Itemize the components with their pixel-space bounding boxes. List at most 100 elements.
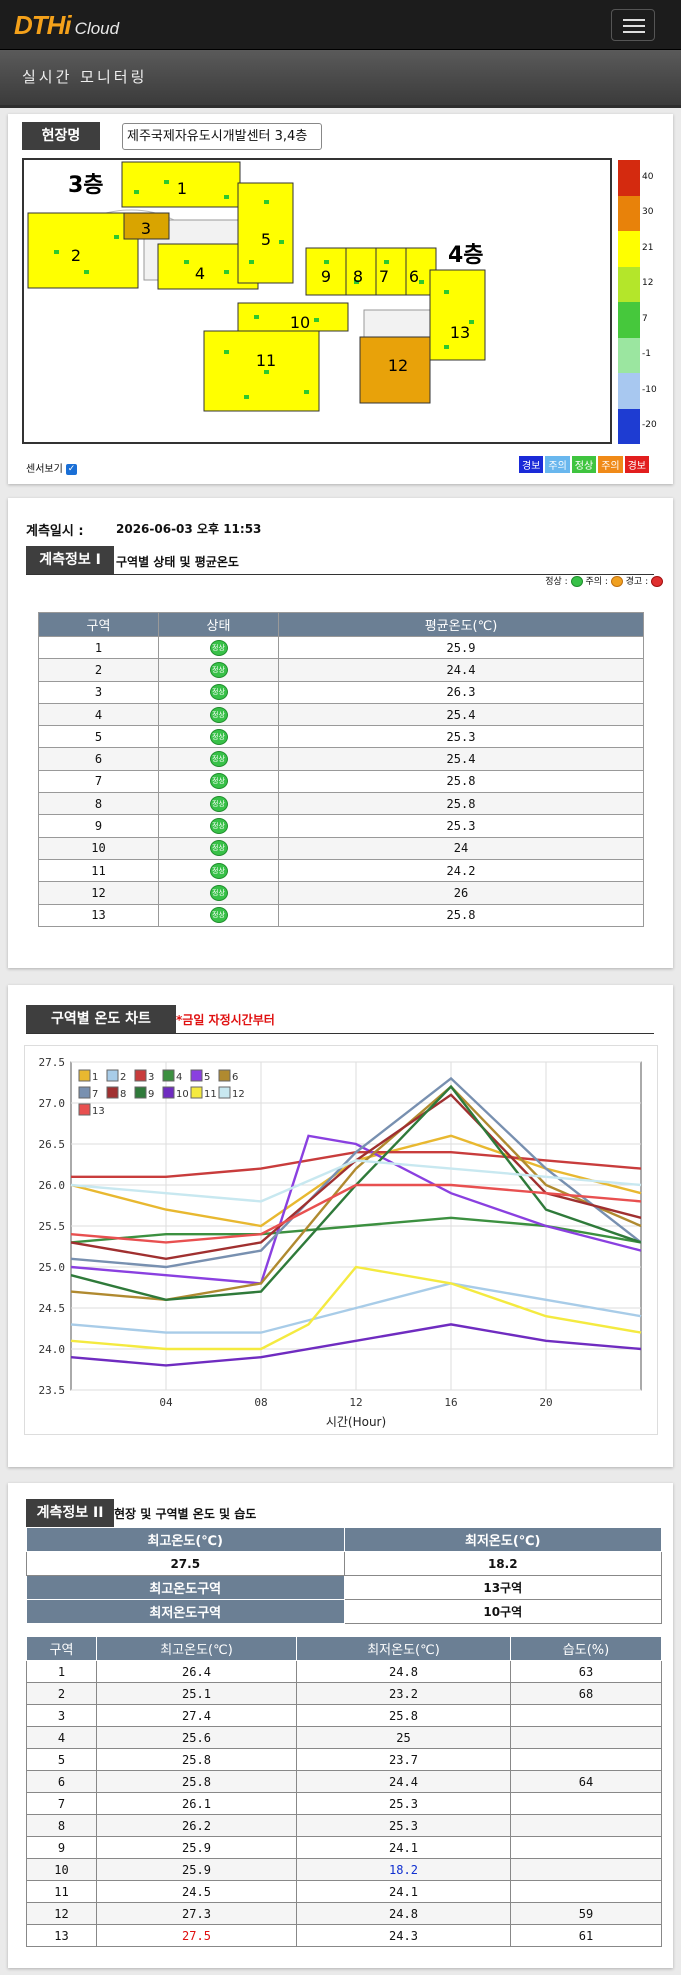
avg-temp-cell: 25.3 xyxy=(278,725,644,749)
legend-label: 11 xyxy=(204,1089,217,1100)
x-tick-label: 04 xyxy=(159,1396,173,1409)
site-label: 현장명 xyxy=(22,122,100,150)
status-cell: 정상 xyxy=(158,658,279,682)
zone-cell: 12 xyxy=(38,881,159,905)
legend-swatch xyxy=(134,1069,147,1082)
min-temp-cell: 23.7 xyxy=(296,1748,511,1771)
avg-temp-cell: 25.8 xyxy=(278,792,644,816)
min-temp-value: 18.2 xyxy=(343,1551,662,1576)
avg-temp-cell: 24.4 xyxy=(278,658,644,682)
status-normal-icon: 정상 xyxy=(209,728,228,745)
status-normal-icon: 정상 xyxy=(209,907,228,924)
zone-status-table: 구역 상태 평균온도(℃) 1 정상 25.9 2 정상 24.4 3 정상 26.3 4 정상 25… xyxy=(38,612,644,927)
zone-cell: 4 xyxy=(26,1726,97,1749)
min-temp-cell: 25.3 xyxy=(296,1792,511,1815)
legend-swatch xyxy=(162,1069,175,1082)
hamburger-menu-button[interactable] xyxy=(611,9,655,41)
legend-swatch xyxy=(190,1069,203,1082)
table-row: 3 정상 26.3 xyxy=(38,680,644,704)
avg-temp-cell: 25.3 xyxy=(278,814,644,838)
zone-cell: 10 xyxy=(26,1858,97,1881)
table-row: 7 정상 25.8 xyxy=(38,769,644,794)
legend-label: 6 xyxy=(232,1072,238,1083)
zone-cell: 1 xyxy=(38,635,159,660)
info2-card: 계측정보 II 현장 및 구역별 온도 및 습도 최고온도(℃) 최저온도(℃) … xyxy=(8,1483,673,1968)
zone-1-label: 1 xyxy=(177,179,187,198)
zone-cell: 9 xyxy=(26,1836,97,1859)
zone-11-label: 11 xyxy=(256,351,276,370)
avg-temp-cell: 25.4 xyxy=(278,702,644,727)
legend-label: 1 xyxy=(92,1072,98,1083)
max-temp-cell: 26.2 xyxy=(96,1814,297,1837)
y-tick-label: 27.5 xyxy=(39,1056,66,1069)
col-zone: 구역 xyxy=(38,612,159,637)
legend-label: 5 xyxy=(204,1072,210,1083)
table-row: 4 정상 25.4 xyxy=(38,702,644,727)
max-temp-cell: 26.4 xyxy=(96,1660,297,1683)
zone-cell: 2 xyxy=(38,658,159,682)
min-temp-cell: 18.2 xyxy=(296,1858,511,1881)
table-row: 2 25.1 23.2 68 xyxy=(26,1682,662,1705)
sensor-toggle[interactable]: 센서보기 ✓ xyxy=(26,460,77,475)
humidity-cell xyxy=(510,1814,662,1837)
brand-logo[interactable]: DTHi Cloud xyxy=(14,10,119,41)
scale-label: -20 xyxy=(642,420,657,431)
status-normal-icon: 정상 xyxy=(209,840,228,857)
chart-card: 구역별 온도 차트 *금일 자정시간부터 23.5 24.0 24.5 25.0 25.… xyxy=(8,985,673,1467)
y-tick-label: 23.5 xyxy=(39,1384,66,1397)
x-tick-label: 08 xyxy=(254,1396,267,1409)
max-temp-cell: 26.1 xyxy=(96,1792,297,1815)
status-normal-icon: 정상 xyxy=(209,639,228,656)
humidity-cell xyxy=(510,1858,662,1881)
scale-step: 40 xyxy=(618,160,653,196)
max-temp-value: 27.5 xyxy=(26,1551,345,1576)
zone-cell: 12 xyxy=(26,1902,97,1925)
legend-swatch xyxy=(106,1069,119,1082)
zone-13-label: 13 xyxy=(450,323,470,342)
status-cell: 정상 xyxy=(158,747,279,771)
table-row: 12 정상 26 xyxy=(38,881,644,905)
scale-label: -1 xyxy=(642,349,651,360)
legend-swatch xyxy=(218,1069,231,1082)
status-cell: 정상 xyxy=(158,725,279,749)
status-legend-item: 주의 xyxy=(545,456,570,473)
brand-name: DTHi xyxy=(14,10,72,40)
col-humidity: 습도(%) xyxy=(510,1636,662,1661)
zone-8-label: 8 xyxy=(353,267,363,286)
top-navbar: DTHi Cloud xyxy=(0,0,681,50)
zone-cell: 6 xyxy=(26,1770,97,1793)
floor-plan: 3층 4층 1 2 3 4 5 6 7 8 9 10 11 12 13 xyxy=(22,158,612,444)
zone-cell: 11 xyxy=(38,858,159,883)
zone-cell: 3 xyxy=(26,1704,97,1727)
min-temp-cell: 24.1 xyxy=(296,1836,511,1859)
min-temp-cell: 24.8 xyxy=(296,1660,511,1683)
col-avg-temp: 평균온도(℃) xyxy=(278,612,644,637)
table-row: 1 정상 25.9 xyxy=(38,635,644,660)
floor3-label: 3층 xyxy=(68,173,104,198)
zone-cell: 11 xyxy=(26,1880,97,1903)
status-cell: 정상 xyxy=(158,858,279,883)
avg-temp-cell: 25.4 xyxy=(278,747,644,771)
zone-cell: 10 xyxy=(38,836,159,860)
legend-label: 9 xyxy=(148,1089,154,1100)
status-cell: 정상 xyxy=(158,814,279,838)
legend-swatch xyxy=(162,1086,175,1099)
col-max-temp: 최고온도(℃) xyxy=(96,1636,297,1661)
max-zone-label: 최고온도구역 xyxy=(26,1575,345,1600)
humidity-cell: 68 xyxy=(510,1682,662,1705)
x-tick-label: 20 xyxy=(539,1396,552,1409)
legend-swatch xyxy=(78,1069,91,1082)
max-temp-cell: 25.9 xyxy=(96,1858,297,1881)
min-temp-cell: 25.3 xyxy=(296,1814,511,1837)
humidity-cell xyxy=(510,1704,662,1727)
site-select[interactable]: 제주국제자유도시개발센터 3,4층 xyxy=(122,123,322,150)
scale-step: 7 xyxy=(618,302,648,338)
avg-temp-cell: 26 xyxy=(278,881,644,905)
zone-cell: 8 xyxy=(26,1814,97,1837)
status-normal-icon: 정상 xyxy=(209,751,228,768)
status-legend: 경보 주의 정상 주의 경보 xyxy=(517,456,649,473)
zone-cell: 4 xyxy=(38,702,159,727)
min-temp-cell: 24.4 xyxy=(296,1770,511,1793)
max-temp-cell: 25.6 xyxy=(96,1726,297,1749)
table-row: 9 25.9 24.1 xyxy=(26,1836,662,1859)
